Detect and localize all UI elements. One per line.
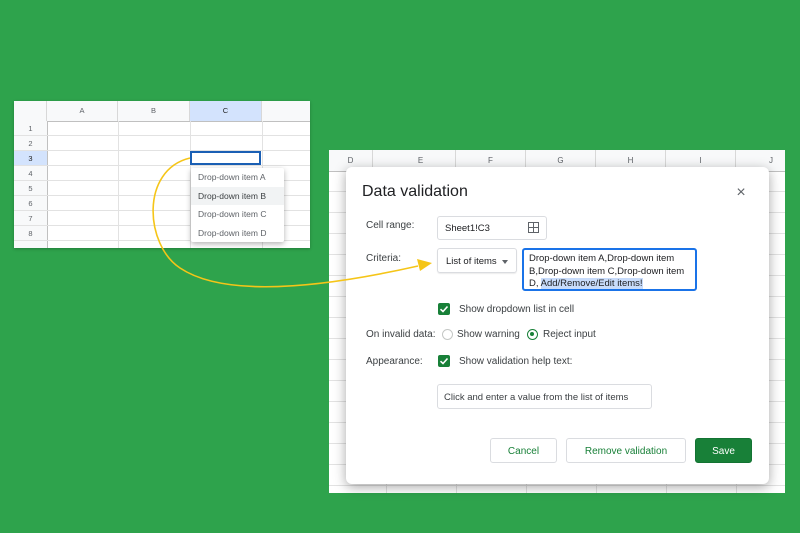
dropdown-item[interactable]: Drop-down item A [191, 168, 284, 187]
row-header-5[interactable]: 5 [14, 181, 47, 196]
column-header-next[interactable] [262, 101, 310, 121]
row-header-bar: 1 2 3 4 5 6 7 8 [14, 121, 48, 248]
cell-range-value: Sheet1!C3 [445, 223, 490, 234]
criteria-select[interactable]: List of items [437, 248, 517, 273]
show-help-text-label: Show validation help text: [459, 356, 573, 367]
show-dropdown-label: Show dropdown list in cell [459, 304, 575, 315]
show-dropdown-checkbox[interactable] [438, 303, 450, 315]
column-header-bar: A B C [14, 101, 310, 122]
corner-cell[interactable] [14, 101, 47, 121]
show-warning-radio[interactable] [442, 329, 453, 340]
cell-range-label: Cell range: [366, 220, 415, 231]
cell-dropdown-list: Drop-down item A Drop-down item B Drop-d… [191, 168, 284, 242]
row-header-3[interactable]: 3 [14, 151, 47, 166]
row-header-8[interactable]: 8 [14, 226, 47, 241]
row-header-1[interactable]: 1 [14, 121, 47, 136]
criteria-label: Criteria: [366, 253, 402, 264]
row-header-6[interactable]: 6 [14, 196, 47, 211]
save-button[interactable]: Save [695, 438, 752, 463]
caret-down-icon [502, 260, 508, 264]
help-text-value: Click and enter a value from the list of… [444, 392, 629, 403]
show-warning-label: Show warning [457, 329, 520, 340]
help-text-input[interactable]: Click and enter a value from the list of… [437, 384, 652, 409]
dropdown-item[interactable]: Drop-down item B [191, 186, 284, 205]
dialog-title: Data validation [362, 183, 468, 200]
cell-range-field[interactable]: Sheet1!C3 [437, 216, 547, 240]
column-header-c[interactable]: C [190, 101, 262, 121]
reject-input-radio[interactable] [527, 329, 538, 340]
list-items-input[interactable]: Drop-down item A,Drop-down item B,Drop-d… [522, 248, 697, 291]
dropdown-item[interactable]: Drop-down item C [191, 205, 284, 224]
dropdown-item[interactable]: Drop-down item D [191, 224, 284, 243]
checkmark-icon [439, 305, 449, 313]
reject-input-label: Reject input [543, 329, 596, 340]
column-header-a[interactable]: A [47, 101, 118, 121]
criteria-value: List of items [446, 256, 497, 267]
column-header-b[interactable]: B [118, 101, 190, 121]
invalid-data-label: On invalid data: [366, 329, 436, 340]
appearance-label: Appearance: [366, 356, 423, 367]
row-header-4[interactable]: 4 [14, 166, 47, 181]
selected-cell-c3[interactable] [190, 151, 261, 165]
show-help-text-checkbox[interactable] [438, 355, 450, 367]
list-items-selected-text: Add/Remove/Edit items! [540, 278, 643, 289]
data-validation-dialog: Data validation × Cell range: Sheet1!C3 … [346, 167, 769, 484]
checkmark-icon [439, 357, 449, 365]
remove-validation-button[interactable]: Remove validation [566, 438, 686, 463]
row-header-2[interactable]: 2 [14, 136, 47, 151]
close-icon[interactable]: × [731, 183, 751, 203]
row-header-7[interactable]: 7 [14, 211, 47, 226]
mini-spreadsheet: A B C 1 2 3 4 5 6 7 8 Drop-down item A D… [14, 101, 310, 248]
cancel-button[interactable]: Cancel [490, 438, 557, 463]
select-range-grid-icon[interactable] [528, 222, 539, 233]
